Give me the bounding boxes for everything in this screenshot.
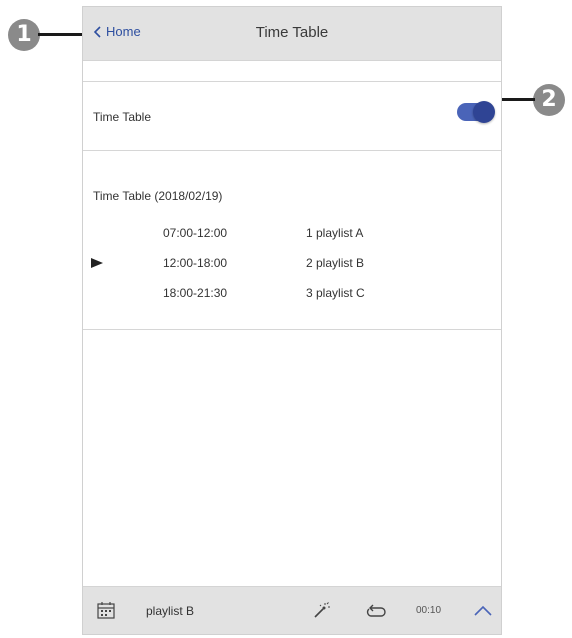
chevron-up-icon[interactable]	[474, 605, 492, 616]
schedule-playlist: 1 playlist A	[306, 226, 364, 240]
effects-wand-icon[interactable]	[312, 602, 330, 620]
schedule-row[interactable]: 07:00-12:00 1 playlist A	[83, 226, 501, 242]
repeat-icon[interactable]	[366, 604, 386, 618]
divider	[83, 81, 501, 82]
current-playlist: playlist B	[146, 604, 195, 618]
schedule-playlist: 3 playlist C	[306, 286, 365, 300]
schedule-time: 07:00-12:00	[163, 226, 228, 240]
playback-time: 00:10	[416, 605, 442, 616]
schedule-row[interactable]: 18:00-21:30 3 playlist C	[83, 286, 501, 302]
schedule-title: Time Table (2018/02/19)	[93, 189, 223, 203]
schedule-time: 18:00-21:30	[163, 286, 228, 300]
schedule-time: 12:00-18:00	[163, 256, 228, 270]
callout-1: 1	[8, 19, 40, 51]
page-title: Time Table	[255, 24, 329, 41]
timetable-setting-label: Time Table	[93, 110, 152, 124]
toggle-knob	[473, 101, 495, 123]
timetable-toggle[interactable]	[457, 101, 495, 123]
header-bar: Home Time Table	[83, 7, 501, 61]
callout-2: 2	[533, 84, 565, 116]
divider	[83, 150, 501, 151]
app-screen: Home Time Table Time Table Time Table (2…	[82, 6, 502, 635]
schedule-row[interactable]: 12:00-18:00 2 playlist B	[83, 256, 501, 272]
player-bar: playlist B 00:10	[83, 586, 501, 634]
play-indicator-icon	[91, 258, 103, 268]
calendar-icon[interactable]	[97, 602, 115, 619]
schedule-playlist: 2 playlist B	[306, 256, 365, 270]
divider	[83, 329, 501, 330]
